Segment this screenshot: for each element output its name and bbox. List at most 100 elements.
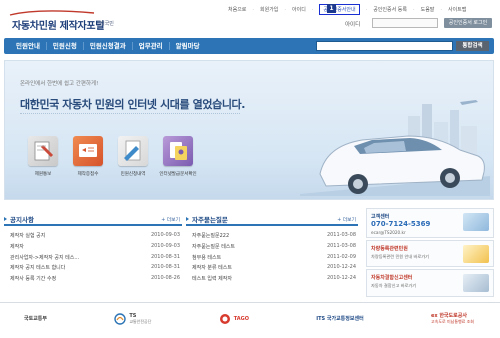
site-logo-title[interactable]: 자동차민원 제작자포털 <box>12 17 104 32</box>
footer-logo-its[interactable]: ITS 국가교통정보센터 <box>316 315 363 322</box>
hero-title: 대한민국 자동차 민원의 인터넷 시대를 열었습니다. <box>20 98 246 111</box>
registration-desc: 차량등록관련 민원 안내 바로가기 <box>371 254 429 259</box>
list-item[interactable]: 제작자 공지 테스트 합니다 2010-08-31 <box>4 264 182 275</box>
hero-divider <box>20 113 240 115</box>
footer-logo-name: 국토교통부 <box>24 316 48 322</box>
util-link-help[interactable]: 도움말 <box>421 6 435 13</box>
list-item-date: 2010-08-31 <box>150 253 180 260</box>
list-item[interactable]: 자주묻는질문222 2011-03-08 <box>186 232 358 243</box>
list-item-title: 제작자 공지 테스트 합니다 <box>10 265 66 272</box>
list-item[interactable]: 관리사업자->제작자 공지 테스... 2010-08-31 <box>4 254 182 265</box>
quick-link-verify[interactable]: 인터넷발급문서확인 <box>159 136 197 177</box>
footer-logos: 국토교통부 TS 교통안전공단 TAGO ITS 국가교통정보센터 ex 한국도로… <box>4 305 494 332</box>
list-item[interactable]: 제작자 분류 테스트 2010-12-24 <box>186 264 358 275</box>
list-item-title: 제작자 실험 공지 <box>10 233 46 239</box>
list-item-date: 2010-09-03 <box>150 242 180 249</box>
list-item-date: 2010-12-24 <box>326 264 356 271</box>
footer-logo-sub: 교통안전공단 <box>129 318 152 324</box>
registration-title: 차량등록관련민원 <box>371 246 408 252</box>
notice-title-bar: 공지사항 + 더보기 <box>4 213 182 226</box>
quick-link-spec[interactable]: 제원통보 <box>26 136 60 177</box>
list-item[interactable]: 자주묻는질문 테스트 2011-03-08 <box>186 243 358 254</box>
cert-login-button[interactable]: 공인인증서 로그인 <box>444 18 492 28</box>
faq-more-link[interactable]: + 더보기 <box>337 216 356 223</box>
list-item[interactable]: 첨부용 테스트 2011-02-09 <box>186 254 358 265</box>
footer-logo-name: TS <box>129 312 137 319</box>
list-item-title: 첨부용 테스트 <box>192 254 222 261</box>
warning-car-icon <box>463 274 489 292</box>
hero-tagline: 온라인에서 한번에 쉽고 간편하게! <box>20 81 99 87</box>
faq-title-bar: 자주묻는질문 + 더보기 <box>186 213 358 226</box>
logo-swoosh-icon <box>9 10 95 16</box>
list-item[interactable]: 테스트 입력 제작자 2010-12-24 <box>186 275 358 286</box>
list-item-date: 2010-08-31 <box>150 264 180 271</box>
faq-list: 자주묻는질문222 2011-03-08 자주묻는질문 테스트 2011-03-08… <box>186 232 358 286</box>
list-item[interactable]: 제작자 2010-09-03 <box>4 243 182 254</box>
nav-item-notice[interactable]: 알림마당 <box>170 42 206 50</box>
list-item-date: 2010-08-26 <box>150 275 180 282</box>
footer-logo-tago[interactable]: TAGO <box>219 313 249 325</box>
car-icon <box>463 245 489 263</box>
verify-document-icon <box>163 136 193 166</box>
util-link-cert-register[interactable]: 공인인증서 등록 <box>373 6 407 13</box>
callcenter-phone: 070-7124-5369 <box>371 220 431 228</box>
footer-logo-sub: 고속도로 미납통행료 조회 <box>430 319 474 324</box>
bullet-icon <box>186 217 189 221</box>
registration-box[interactable]: 차량등록관련민원 차량등록관련 민원 안내 바로가기 <box>366 240 494 267</box>
nav-item-result[interactable]: 민원신청결과 <box>84 42 133 50</box>
quick-links: 제원통보 제작증접수 민원신청내역 인터넷발급문서확인 <box>26 136 197 177</box>
footer-logo-name: TAGO <box>233 315 249 322</box>
util-link-home[interactable]: 처음으로 <box>228 6 246 13</box>
faq-title-text: 자주묻는질문 <box>192 216 228 224</box>
login-id-label: 아이디 <box>345 22 361 28</box>
utility-links: 처음으로 · 회원가입 · 아이디 · 공인인증서안내 · 공인인증서 등록 ·… <box>228 4 466 15</box>
quick-link-label: 인터넷발급문서확인 <box>159 172 197 177</box>
list-item[interactable]: 제작자 실험 공지 2010-09-03 <box>4 232 182 243</box>
callcenter-mail: ecar@TS2020.kr <box>371 230 406 235</box>
list-item-title: 제작자 <box>10 243 24 250</box>
faq-title: 자주묻는질문 <box>186 214 228 224</box>
main-menu: 민원안내 민원신청 민원신청결과 업무관리 알림마당 <box>10 38 206 54</box>
footer-logo-molit[interactable]: 국토교통부 <box>24 315 47 322</box>
quick-link-label: 제작증접수 <box>77 172 99 177</box>
notice-panel: 공지사항 + 더보기 제작자 실험 공지 2010-09-03 제작자 2010-0… <box>4 213 182 297</box>
quick-link-history[interactable]: 민원신청내역 <box>116 136 150 177</box>
notice-more-link[interactable]: + 더보기 <box>161 216 180 223</box>
list-item-title: 자주묻는질문222 <box>192 233 230 239</box>
list-item-title: 제작자 분류 테스트 <box>192 265 232 272</box>
quick-link-cert[interactable]: 제작증접수 <box>71 136 105 177</box>
util-link-id[interactable]: 아이디 <box>292 6 306 13</box>
defect-desc: 자동차 결함신고 바로가기 <box>371 283 417 288</box>
headset-icon <box>463 213 489 231</box>
callcenter-box[interactable]: 고객센터 070-7124-5369 ecar@TS2020.kr <box>366 208 494 238</box>
site-logo-subtitle: 대국민 <box>100 21 114 27</box>
quick-link-label: 민원신청내역 <box>120 172 146 177</box>
list-item-date: 2011-03-08 <box>326 242 356 249</box>
list-item-date: 2011-02-09 <box>326 253 356 260</box>
callcenter-title: 고객센터 <box>371 214 390 220</box>
step-badge: 1 <box>327 4 336 13</box>
defect-box[interactable]: 자동차결함신고센터 자동차 결함신고 바로가기 <box>366 269 494 297</box>
util-link-sitemap[interactable]: 사이트맵 <box>448 6 466 13</box>
faq-panel: 자주묻는질문 + 더보기 자주묻는질문222 2011-03-08 자주묻는질문 … <box>186 213 358 297</box>
list-item-title: 제작사 등록 기간 수정 <box>10 276 57 283</box>
defect-title: 자동차결함신고센터 <box>371 275 413 281</box>
footer-logo-ex[interactable]: ex 한국도로공사 고속도로 미납통행료 조회 <box>431 312 474 325</box>
list-item[interactable]: 제작사 등록 기간 수정 2010-08-26 <box>4 275 182 286</box>
search-input[interactable] <box>316 41 453 51</box>
util-link-cert-guide[interactable]: 공인인증서안내 <box>319 4 360 15</box>
search-button[interactable]: 통합검색 <box>456 41 489 51</box>
ts-logo-icon <box>114 312 127 325</box>
list-item-title: 관리사업자->제작자 공지 테스... <box>10 254 80 261</box>
footer-logo-ts[interactable]: TS 교통안전공단 <box>114 313 151 325</box>
quick-link-label: 제원통보 <box>34 172 52 177</box>
tago-logo-icon <box>219 313 230 324</box>
certificate-icon <box>73 136 103 166</box>
util-link-join[interactable]: 회원가입 <box>260 6 278 13</box>
document-list-icon <box>118 136 148 166</box>
nav-item-guide[interactable]: 민원안내 <box>10 42 47 50</box>
nav-item-apply[interactable]: 민원신청 <box>47 42 84 50</box>
list-item-title: 테스트 입력 제작자 <box>192 276 232 283</box>
login-id-input[interactable] <box>372 18 438 28</box>
nav-item-work[interactable]: 업무관리 <box>133 42 170 50</box>
